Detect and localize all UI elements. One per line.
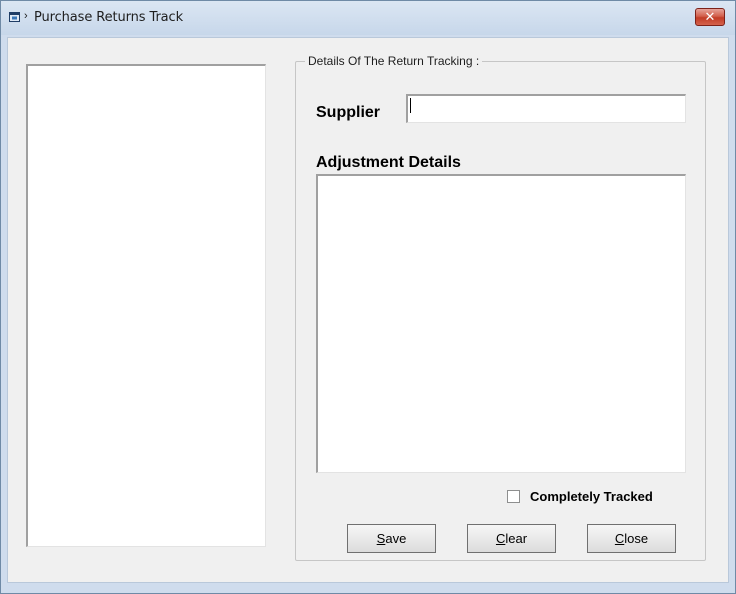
app-icon [9,12,20,22]
text-caret [410,98,411,113]
completely-tracked-checkbox[interactable] [507,490,520,503]
clear-label-rest: lear [505,531,528,546]
close-button[interactable]: Close [587,524,676,553]
adjustment-details-label: Adjustment Details [316,154,461,171]
title-bar[interactable]: › Purchase Returns Track ✕ [1,1,735,35]
title-prefix: › [24,10,28,22]
save-label-rest: ave [385,531,407,546]
purchase-returns-window: › Purchase Returns Track ✕ Details Of Th… [0,0,736,594]
supplier-label: Supplier [316,104,381,121]
supplier-input[interactable] [406,94,686,123]
adjustment-details-textarea[interactable] [316,174,686,473]
group-legend: Details Of The Return Tracking : [305,54,483,68]
close-icon: ✕ [704,9,716,24]
completely-tracked-label[interactable]: Completely Tracked [530,489,653,504]
window-title: Purchase Returns Track [34,10,184,25]
clear-mnemonic: C [495,531,506,546]
window-close-button[interactable]: ✕ [695,8,725,26]
returns-list[interactable] [26,64,266,547]
clear-button[interactable]: Clear [467,524,556,553]
close-label-rest: lose [624,531,649,546]
save-button[interactable]: Save [347,524,436,553]
close-mnemonic: C [614,531,625,546]
